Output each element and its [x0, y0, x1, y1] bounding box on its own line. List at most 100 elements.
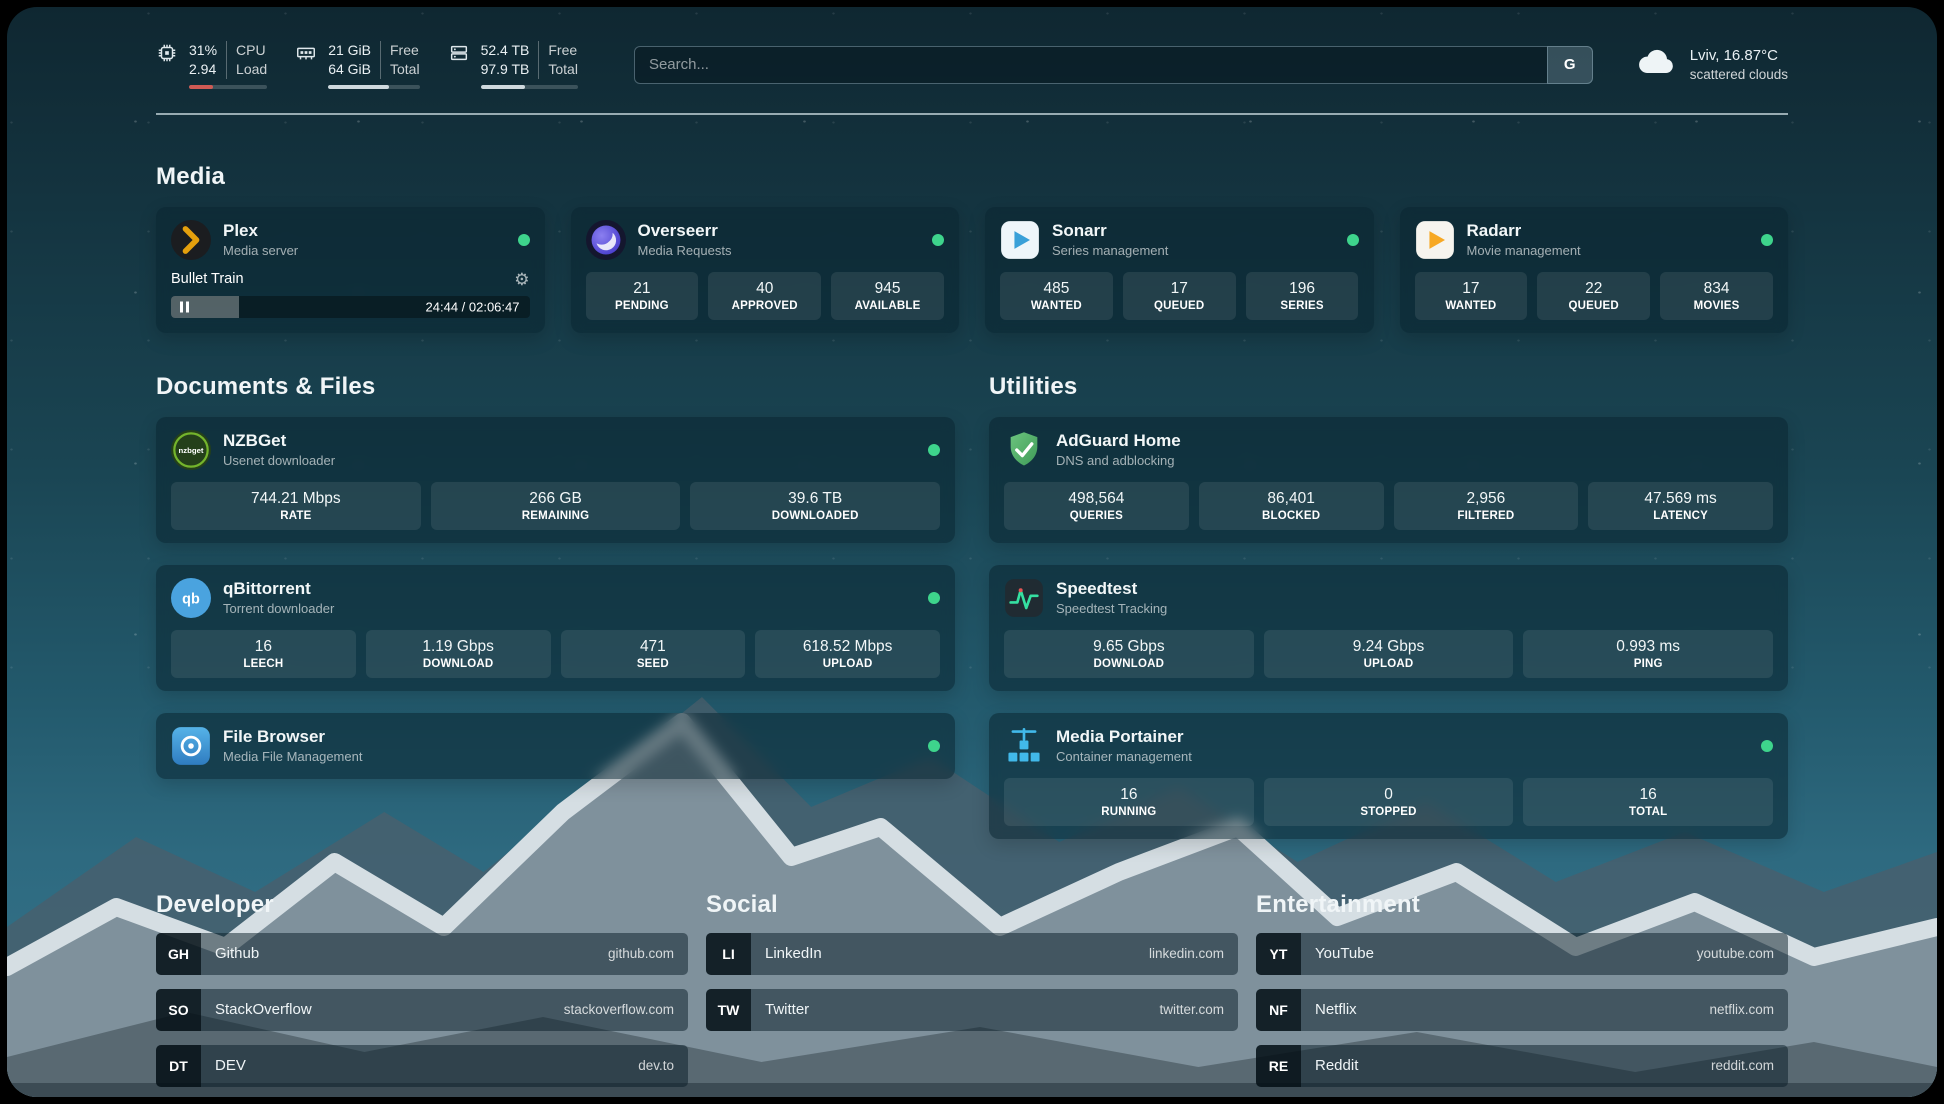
plex-progress-bar[interactable]: 24:44 / 02:06:47 [171, 296, 530, 318]
portainer-icon [1004, 726, 1044, 766]
disk-free-value: 52.4 TB [481, 41, 530, 60]
stat-tile: 16 TOTAL [1523, 778, 1773, 826]
stat-tile: 196 SERIES [1246, 272, 1359, 320]
stat-label: SERIES [1252, 300, 1353, 312]
bookmark-abbr-icon: GH [156, 933, 201, 975]
stat-label: WANTED [1006, 300, 1107, 312]
stat-value: 1.19 Gbps [372, 638, 545, 656]
bookmark-abbr-icon: LI [706, 933, 751, 975]
stat-tile: 266 GB REMAINING [431, 482, 681, 530]
bookmark-row[interactable]: YT YouTube youtube.com [1256, 933, 1788, 975]
card-radarr[interactable]: Radarr Movie management 17 WANTED 22 QUE… [1400, 207, 1789, 333]
stat-tile: 40 APPROVED [708, 272, 821, 320]
search-engine-button[interactable]: G [1547, 46, 1593, 84]
sonarr-icon [1000, 220, 1040, 260]
stat-value: 618.52 Mbps [761, 638, 934, 656]
app-desc: Media server [223, 243, 298, 258]
bookmark-list-entertainment: YT YouTube youtube.com NF Netflix netfli… [1256, 933, 1788, 1087]
stat-value: 47.569 ms [1594, 490, 1767, 508]
status-dot [1347, 234, 1359, 246]
stats-row: 9.65 Gbps DOWNLOAD 9.24 Gbps UPLOAD 0.99… [1004, 630, 1773, 678]
stat-tile: 47.569 ms LATENCY [1588, 482, 1773, 530]
bookmark-name: YouTube [1315, 945, 1374, 962]
bookmark-name: LinkedIn [765, 945, 822, 962]
cpu-label: CPU [236, 41, 267, 60]
bookmark-name: Github [215, 945, 259, 962]
stats-row: 485 WANTED 17 QUEUED 196 SERIES [1000, 272, 1359, 320]
gear-icon[interactable]: ⚙ [514, 271, 529, 288]
bookmark-row[interactable]: TW Twitter twitter.com [706, 989, 1238, 1031]
app-name: Plex [223, 221, 298, 241]
stats-row: 16 RUNNING 0 STOPPED 16 TOTAL [1004, 778, 1773, 826]
card-portainer[interactable]: Media Portainer Container management 16 … [989, 713, 1788, 839]
status-dot [928, 592, 940, 604]
cpu-icon [156, 42, 178, 89]
section-title-entertainment: Entertainment [1256, 891, 1788, 919]
stat-tile: 471 SEED [561, 630, 746, 678]
app-desc: Media File Management [223, 749, 362, 764]
section-title-media: Media [156, 163, 1788, 191]
stat-value: 485 [1006, 280, 1107, 298]
status-dot [1761, 234, 1773, 246]
bookmark-name: StackOverflow [215, 1001, 312, 1018]
card-adguard[interactable]: AdGuard Home DNS and adblocking 498,564 … [989, 417, 1788, 543]
bookmark-url: linkedin.com [1149, 946, 1224, 961]
disk-total-value: 97.9 TB [481, 60, 530, 79]
stat-value: 498,564 [1010, 490, 1183, 508]
stat-value: 9.65 Gbps [1010, 638, 1248, 656]
status-dot [928, 740, 940, 752]
stat-tile: 0.993 ms PING [1523, 630, 1773, 678]
stat-tile: 16 RUNNING [1004, 778, 1254, 826]
card-nzbget[interactable]: nzbget NZBGet Usenet downloader 744.21 M… [156, 417, 955, 543]
bookmark-list-social: LI LinkedIn linkedin.com TW Twitter twit… [706, 933, 1238, 1031]
disk-progress-fill [481, 85, 526, 89]
card-overseerr[interactable]: Overseerr Media Requests 21 PENDING 40 A… [571, 207, 960, 333]
stat-value: 21 [592, 280, 693, 298]
section-title-social: Social [706, 891, 1238, 919]
stat-value: 22 [1543, 280, 1644, 298]
app-desc: Speedtest Tracking [1056, 601, 1167, 616]
stat-label: WANTED [1421, 300, 1522, 312]
bookmark-name: Reddit [1315, 1057, 1358, 1074]
stats-row: 744.21 Mbps RATE 266 GB REMAINING 39.6 T… [171, 482, 940, 530]
app-name: Media Portainer [1056, 727, 1192, 747]
card-plex[interactable]: Plex Media server Bullet Train ⚙ 24:44 /… [156, 207, 545, 333]
bookmark-abbr-icon: RE [1256, 1045, 1301, 1087]
overseerr-icon [586, 220, 626, 260]
status-dot [928, 444, 940, 456]
stat-label: UPLOAD [761, 658, 934, 670]
stat-label: AVAILABLE [837, 300, 938, 312]
card-speedtest[interactable]: Speedtest Speedtest Tracking 9.65 Gbps D… [989, 565, 1788, 691]
cpu-usage-value: 31% [189, 41, 217, 60]
bookmark-row[interactable]: NF Netflix netflix.com [1256, 989, 1788, 1031]
bookmark-row[interactable]: DT DEV dev.to [156, 1045, 688, 1087]
card-sonarr[interactable]: Sonarr Series management 485 WANTED 17 Q… [985, 207, 1374, 333]
stat-tile: 1.19 Gbps DOWNLOAD [366, 630, 551, 678]
stat-label: DOWNLOAD [1010, 658, 1248, 670]
nzbget-icon: nzbget [171, 430, 211, 470]
bookmark-abbr-icon: SO [156, 989, 201, 1031]
search-input[interactable] [634, 46, 1547, 84]
stat-label: MOVIES [1666, 300, 1767, 312]
pause-icon[interactable] [180, 301, 189, 312]
disk-progress-bar [481, 85, 578, 89]
bookmark-row[interactable]: LI LinkedIn linkedin.com [706, 933, 1238, 975]
card-filebrowser[interactable]: File Browser Media File Management [156, 713, 955, 779]
stats-row: 498,564 QUERIES 86,401 BLOCKED 2,956 FIL… [1004, 482, 1773, 530]
bookmark-row[interactable]: RE Reddit reddit.com [1256, 1045, 1788, 1087]
bookmark-abbr-icon: YT [1256, 933, 1301, 975]
stat-label: APPROVED [714, 300, 815, 312]
bookmark-row[interactable]: SO StackOverflow stackoverflow.com [156, 989, 688, 1031]
bookmark-row[interactable]: GH Github github.com [156, 933, 688, 975]
disk-metric: 52.4 TB 97.9 TB Free Total [448, 41, 578, 89]
card-qbittorrent[interactable]: qb qBittorrent Torrent downloader 16 LEE… [156, 565, 955, 691]
speedtest-icon [1004, 578, 1044, 618]
app-desc: DNS and adblocking [1056, 453, 1181, 468]
dashboard-container: 31% 2.94 CPU Load [156, 7, 1788, 1087]
bookmark-name: DEV [215, 1057, 246, 1074]
stat-label: RATE [177, 510, 415, 522]
stat-tile: 21 PENDING [586, 272, 699, 320]
section-media: Media Plex Media server [156, 163, 1788, 333]
section-utilities: Utilities [989, 373, 1788, 839]
stat-label: STOPPED [1270, 806, 1508, 818]
